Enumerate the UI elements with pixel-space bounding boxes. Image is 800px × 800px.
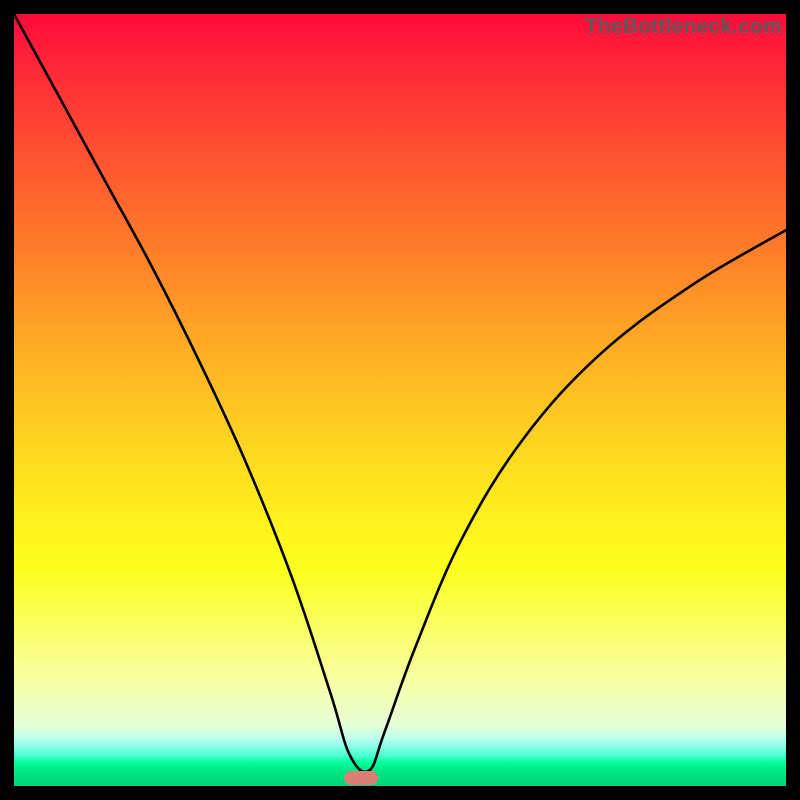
chart-container: TheBottleneck.com — [0, 0, 800, 800]
curve-svg — [14, 14, 786, 786]
optimal-marker — [344, 771, 378, 785]
bottleneck-curve-path — [14, 14, 786, 772]
watermark-text: TheBottleneck.com — [585, 15, 782, 39]
plot-area: TheBottleneck.com — [14, 14, 786, 786]
